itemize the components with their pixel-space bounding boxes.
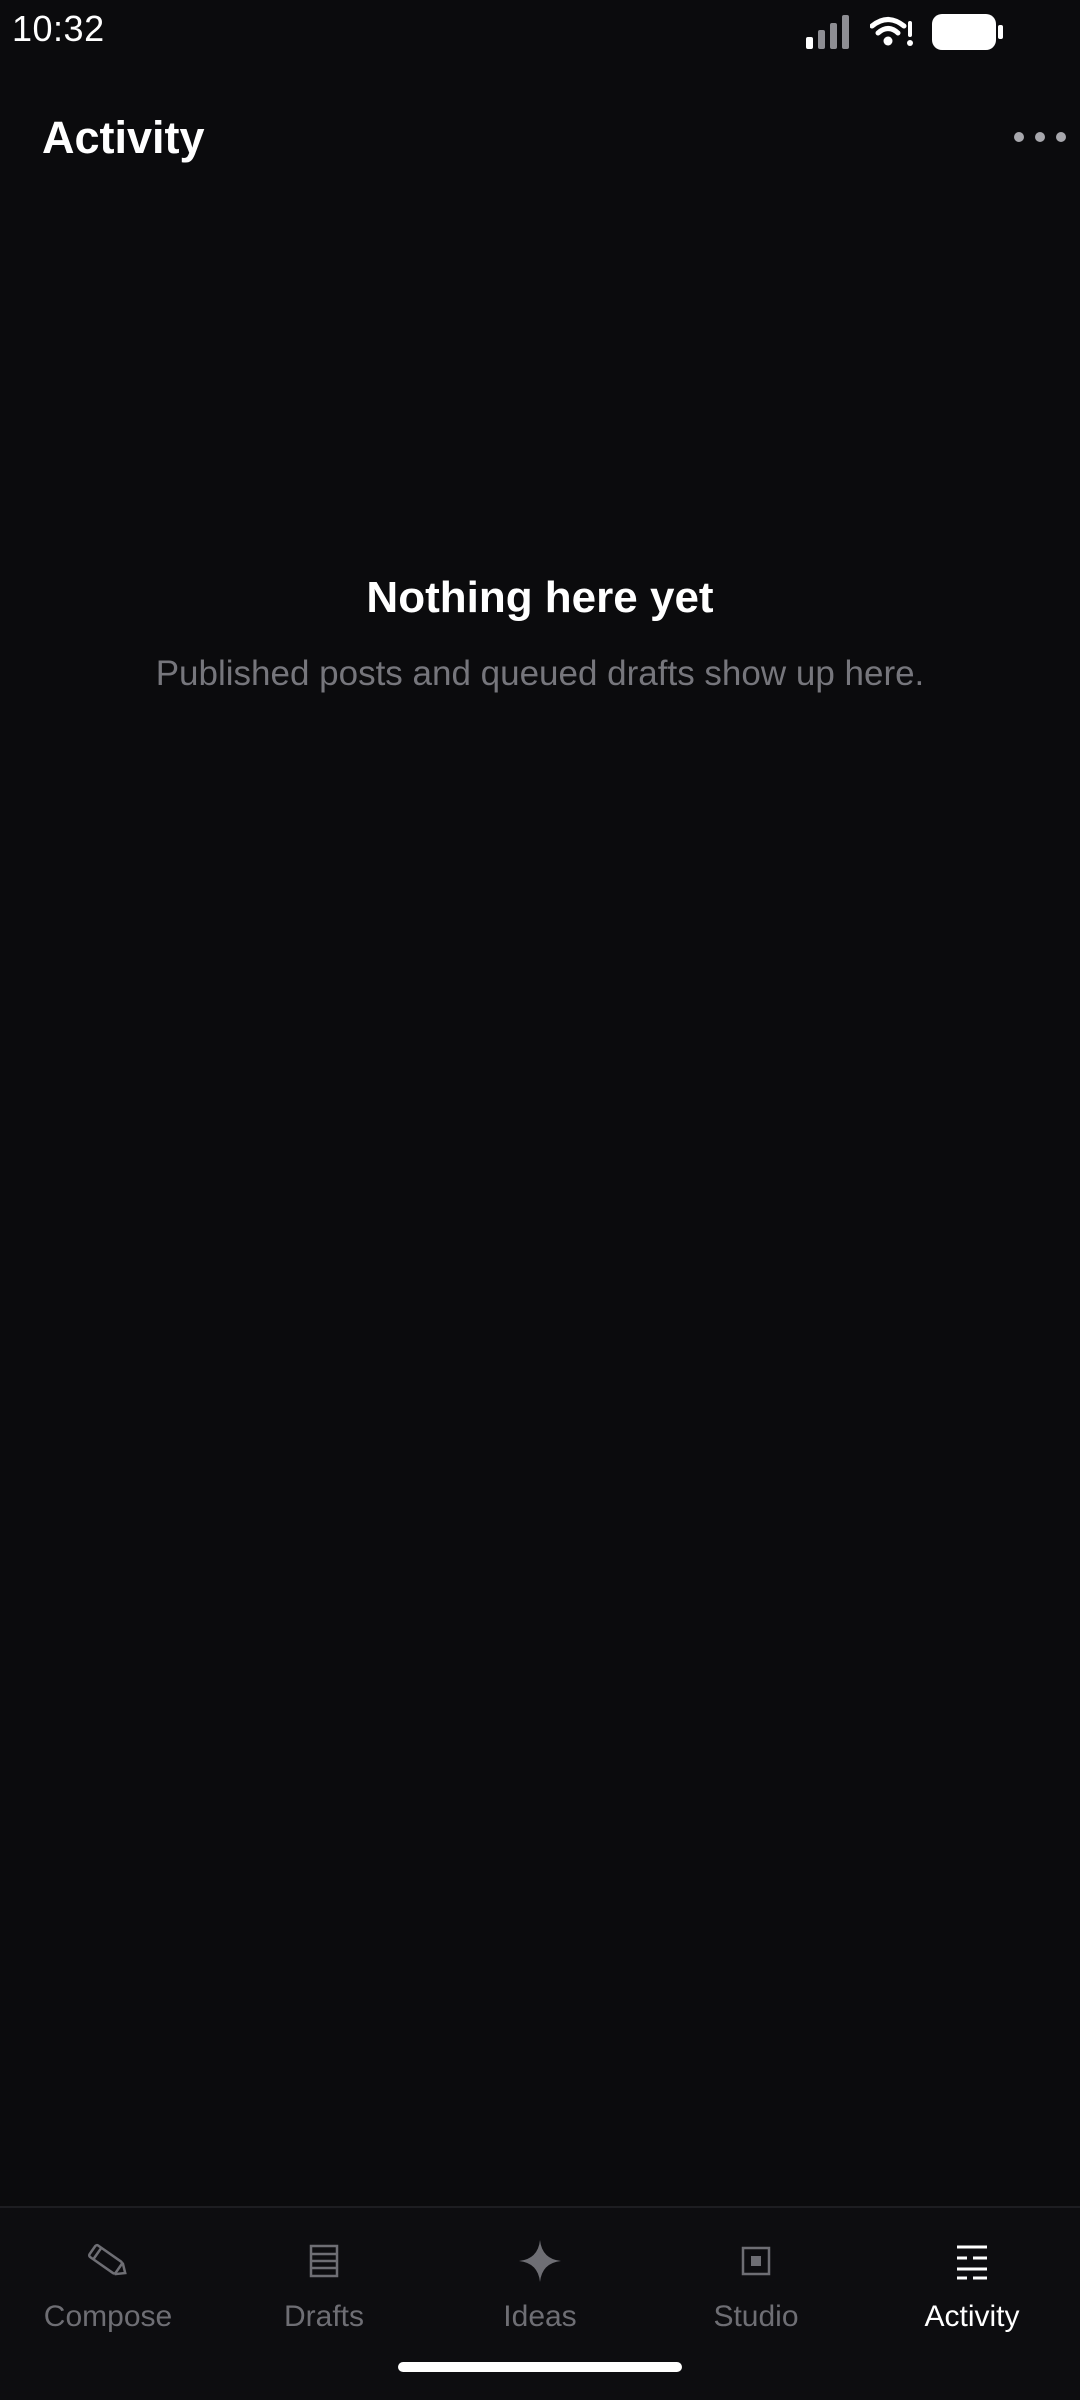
nav-label: Ideas [503,2300,577,2333]
nav-label: Drafts [283,2300,364,2333]
signal-icon [806,15,849,49]
nav-compose[interactable]: Compose [0,2208,216,2358]
pencil-icon [87,2243,127,2276]
activity-screen: 10:32 Activity Nothing here yet Publishe… [0,0,1080,2400]
empty-state-subtitle: Published posts and queued drafts show u… [155,654,925,693]
more-options-button[interactable] [1014,122,1066,152]
sparkle-icon [519,2240,561,2282]
nav-studio[interactable]: Studio [648,2208,864,2358]
studio-square-icon [741,2246,771,2276]
more-horizontal-icon [1014,132,1024,142]
nav-label: Activity [924,2300,1020,2333]
status-icons [806,12,1004,52]
wifi-icon [870,17,913,46]
nav-drafts[interactable]: Drafts [216,2208,432,2358]
app-header: Activity [0,100,1080,180]
nav-activity[interactable]: Activity [864,2208,1080,2358]
empty-state: Nothing here yet Published posts and que… [0,568,1080,698]
empty-state-title: Nothing here yet [366,573,714,622]
drafts-list-icon [309,2244,339,2278]
home-indicator[interactable] [398,2362,682,2372]
status-time: 10:32 [12,8,105,49]
nav-ideas[interactable]: Ideas [432,2208,648,2358]
nav-label: Compose [43,2300,173,2333]
nav-label: Studio [713,2300,799,2333]
page-title: Activity [42,112,205,163]
more-dot [1056,132,1066,142]
status-bar: 10:32 [0,0,1080,62]
activity-lines-icon [957,2245,987,2280]
more-dot [1035,132,1045,142]
battery-icon [932,14,1003,50]
